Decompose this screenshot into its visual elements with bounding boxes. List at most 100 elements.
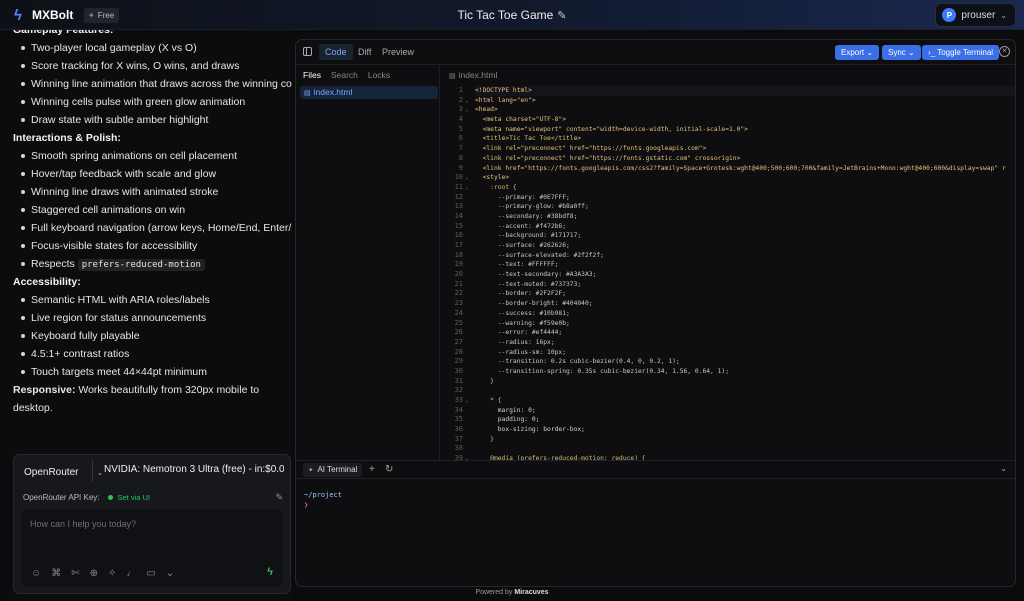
fold-marker[interactable] [465, 231, 473, 241]
code-line[interactable]: padding: 0; [475, 415, 1015, 425]
fold-marker[interactable] [465, 319, 473, 329]
fold-marker[interactable] [465, 164, 473, 174]
globe-icon[interactable]: ⊕ [90, 568, 98, 579]
code-editor[interactable]: ▤ index.html 1 2 3 4 5 6 7 8 9 10 11 12 13 14 15 16 17 18 1… [441, 66, 1015, 460]
fold-marker[interactable] [465, 280, 473, 290]
enhance-icon[interactable]: ✧ [108, 568, 116, 579]
code-line[interactable]: --primary: #0E7FFF; [475, 193, 1015, 203]
fold-marker[interactable] [465, 338, 473, 348]
code-line[interactable]: --primary-glow: #b8a0ff; [475, 202, 1015, 212]
toggle-terminal-button[interactable]: ›_ Toggle Terminal [922, 45, 1000, 60]
code-line[interactable]: --border-bright: #404040; [475, 299, 1015, 309]
code-line[interactable]: } [475, 435, 1015, 445]
fold-marker[interactable] [465, 386, 473, 396]
emoji-icon[interactable]: ☺ [31, 568, 41, 579]
send-icon[interactable]: ϟ [267, 566, 273, 578]
fold-marker[interactable] [465, 444, 473, 454]
attach-icon[interactable]: ✄ [71, 568, 79, 579]
code-line[interactable]: --background: #171717; [475, 231, 1015, 241]
chevron-down-icon[interactable]: ⌄ [1000, 464, 1007, 473]
fold-marker[interactable] [465, 144, 473, 154]
fold-marker[interactable] [465, 406, 473, 416]
fold-marker[interactable]: ⌄ [465, 105, 473, 115]
mic-icon[interactable]: ♩ [126, 568, 136, 579]
code-line[interactable]: --radius: 16px; [475, 338, 1015, 348]
code-line[interactable]: --error: #ef4444; [475, 328, 1015, 338]
tab-code[interactable]: Code [319, 44, 353, 60]
fold-marker[interactable] [465, 193, 473, 203]
fold-marker[interactable]: ⌄ [465, 96, 473, 106]
edit-key-icon[interactable]: ✎ [275, 492, 283, 503]
fold-marker[interactable] [465, 289, 473, 299]
tab-files[interactable]: Files [303, 70, 321, 80]
fold-marker[interactable] [465, 415, 473, 425]
fold-marker[interactable] [465, 115, 473, 125]
fold-marker[interactable]: ⌄ [465, 183, 473, 193]
project-title[interactable]: Tic Tac Toe Game ✎ [0, 8, 1024, 22]
file-item[interactable]: ▤ index.html [300, 86, 438, 99]
fold-marker[interactable] [465, 309, 473, 319]
fold-marker[interactable] [465, 260, 473, 270]
export-button[interactable]: Export ⌄ [835, 45, 880, 60]
chat-icon[interactable]: ▭ [146, 568, 155, 579]
code-lines[interactable]: <!DOCTYPE html> <html lang="en"> <head> <m… [475, 86, 1015, 460]
fold-marker[interactable] [465, 212, 473, 222]
code-line[interactable]: <link rel="preconnect" href="https://fon… [475, 154, 1015, 164]
code-line[interactable]: --transition-spring: 0.35s cubic-bezier(… [475, 367, 1015, 377]
refresh-icon[interactable]: ↻ [385, 464, 393, 475]
fold-marker[interactable] [465, 425, 473, 435]
code-line[interactable]: box-sizing: border-box; [475, 425, 1015, 435]
model-select[interactable]: NVIDIA: Nemotron 3 Ultra (free) - in:$0.… [104, 464, 284, 475]
code-line[interactable] [475, 444, 1015, 454]
fold-marker[interactable] [465, 125, 473, 135]
code-line[interactable]: --accent: #f472b6; [475, 222, 1015, 232]
fold-marker[interactable] [465, 154, 473, 164]
code-line[interactable]: --secondary: #38bdf8; [475, 212, 1015, 222]
code-line[interactable]: --text-secondary: #A3A3A3; [475, 270, 1015, 280]
code-icon[interactable]: ⌘ [51, 568, 61, 579]
tab-diff[interactable]: Diff [352, 44, 377, 60]
close-icon[interactable]: ✕ [999, 46, 1010, 57]
fold-marker[interactable] [465, 134, 473, 144]
fold-marker[interactable] [465, 202, 473, 212]
code-line[interactable]: --transition: 0.2s cubic-bezier(0.4, 0, … [475, 357, 1015, 367]
fold-marker[interactable] [465, 86, 473, 96]
tab-preview[interactable]: Preview [376, 44, 420, 60]
fold-marker[interactable] [465, 435, 473, 445]
fold-marker[interactable] [465, 270, 473, 280]
fold-marker[interactable] [465, 241, 473, 251]
code-line[interactable]: margin: 0; [475, 406, 1015, 416]
fold-marker[interactable] [465, 222, 473, 232]
code-line[interactable]: <meta charset="UTF-8"> [475, 115, 1015, 125]
code-line[interactable]: --surface-elevated: #2f2f2f; [475, 251, 1015, 261]
tab-search[interactable]: Search [331, 70, 358, 80]
fold-marker[interactable] [465, 357, 473, 367]
fold-marker[interactable] [465, 377, 473, 387]
sync-button[interactable]: Sync ⌄ [882, 45, 921, 60]
code-line[interactable]: :root { [475, 183, 1015, 193]
code-line[interactable]: --surface: #262626; [475, 241, 1015, 251]
code-line[interactable]: * { [475, 396, 1015, 406]
code-line[interactable]: <head> [475, 105, 1015, 115]
code-line[interactable]: --radius-sm: 10px; [475, 348, 1015, 358]
ai-terminal-tab[interactable]: ✦ AI Terminal [303, 463, 363, 477]
fold-marker[interactable]: ⌄ [465, 173, 473, 183]
code-line[interactable]: <style> [475, 173, 1015, 183]
fold-marker[interactable]: ⌄ [465, 396, 473, 406]
code-line[interactable]: --text-muted: #737373; [475, 280, 1015, 290]
fold-marker[interactable] [465, 251, 473, 261]
terminal-output[interactable]: ~/project ❯ [304, 490, 342, 510]
edit-title-icon[interactable]: ✎ [557, 10, 566, 22]
code-line[interactable]: } [475, 377, 1015, 387]
code-line[interactable]: <link rel="preconnect" href="https://fon… [475, 144, 1015, 154]
code-line[interactable] [475, 386, 1015, 396]
sidebar-toggle-icon[interactable] [303, 47, 312, 56]
add-terminal-icon[interactable]: + [369, 464, 375, 475]
code-line[interactable]: --text: #FFFFFF; [475, 260, 1015, 270]
fold-marker[interactable] [465, 299, 473, 309]
code-line[interactable]: <title>Tic Tac Toe</title> [475, 134, 1015, 144]
code-line[interactable]: --border: #2F2F2F; [475, 289, 1015, 299]
tab-locks[interactable]: Locks [368, 70, 390, 80]
code-line[interactable]: --success: #10b981; [475, 309, 1015, 319]
code-line[interactable]: <meta name="viewport" content="width=dev… [475, 125, 1015, 135]
